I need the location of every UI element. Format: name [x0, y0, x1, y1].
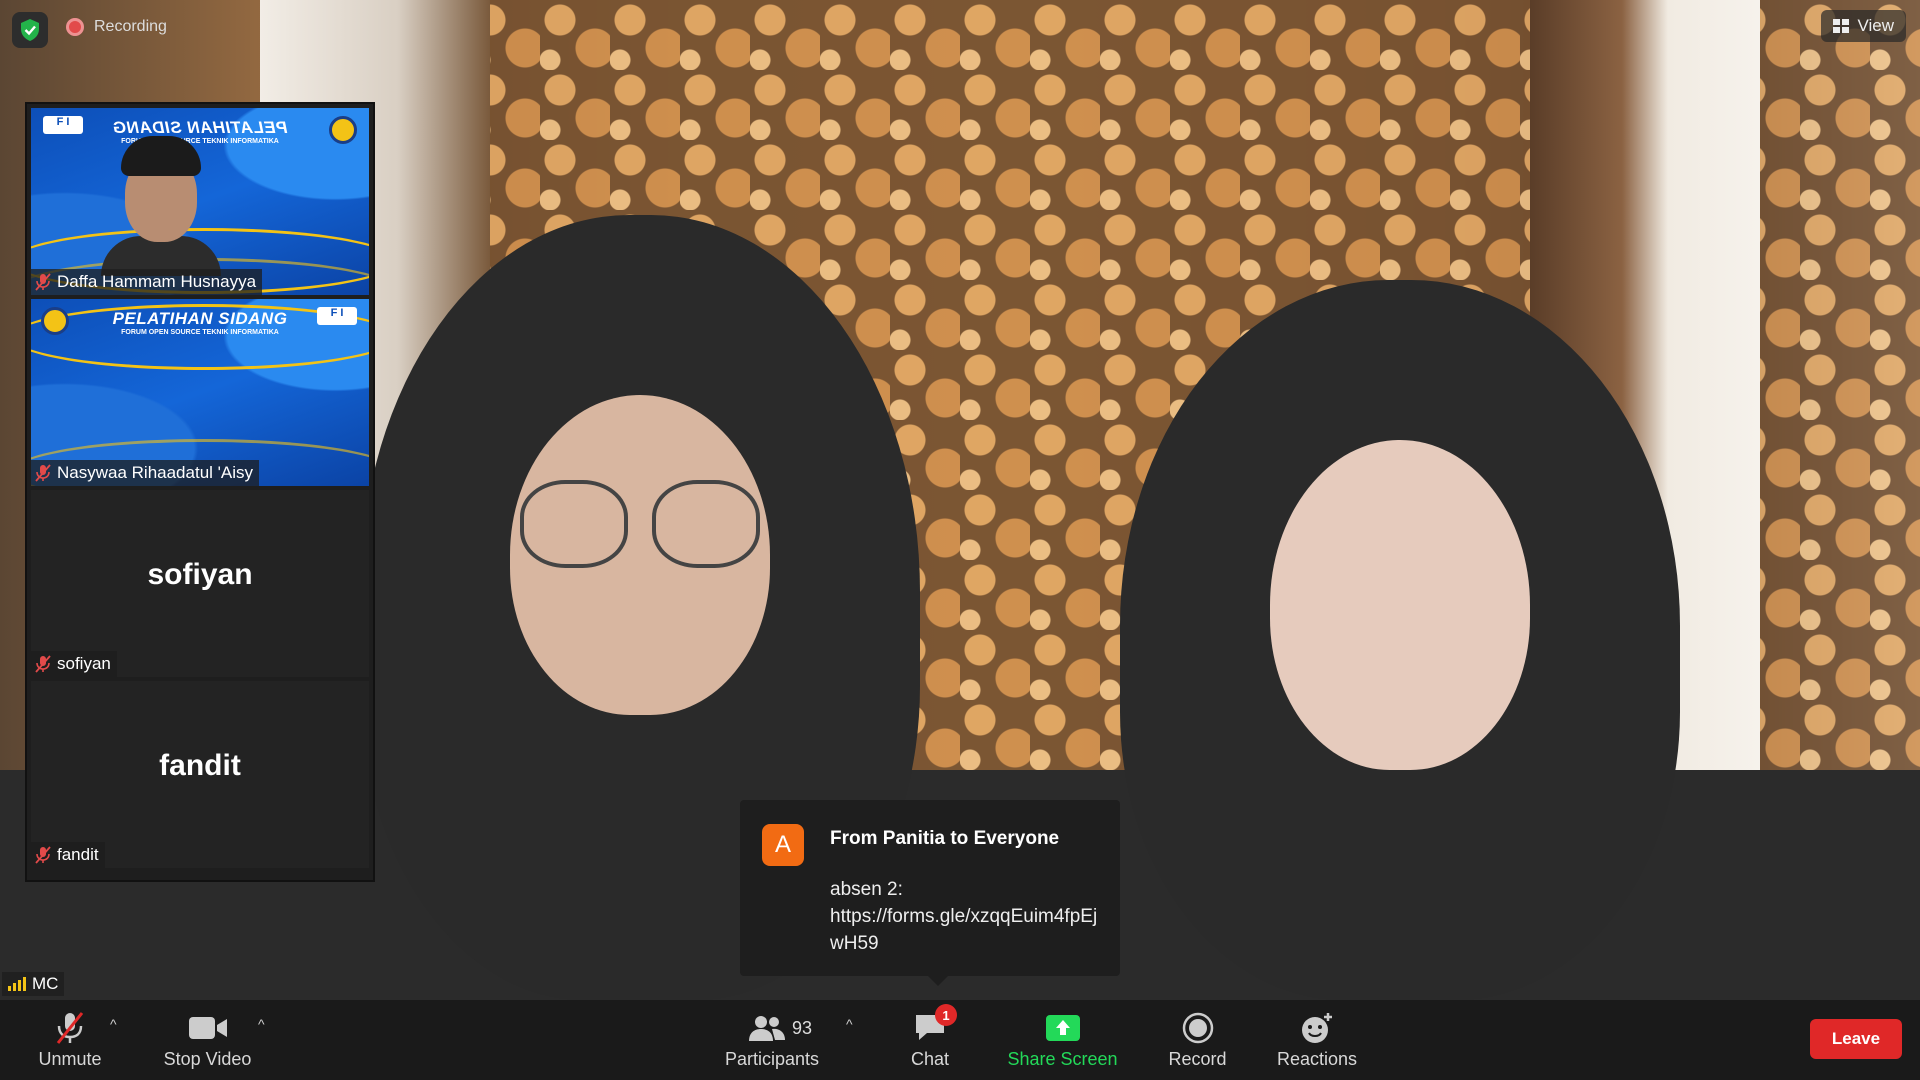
- video-camera-icon: [188, 1010, 228, 1046]
- participant-display-name: fandit: [159, 749, 241, 782]
- leave-button[interactable]: Leave: [1810, 1019, 1902, 1059]
- participants-count: 93: [792, 1017, 813, 1038]
- view-label: View: [1857, 16, 1894, 35]
- muted-mic-icon: [35, 464, 51, 482]
- record-icon: [1182, 1010, 1214, 1046]
- muted-mic-icon: [55, 1010, 85, 1046]
- chat-message-link[interactable]: https://forms.gle/xzqqEuim4fpEjwH59: [830, 903, 1100, 957]
- participant-tile[interactable]: F I PELATIHAN SIDANG FORUM OPEN SOURCE T…: [31, 108, 369, 295]
- recording-indicator[interactable]: Recording: [66, 18, 167, 36]
- share-screen-label: Share Screen: [1007, 1049, 1118, 1069]
- participant-tile[interactable]: fandit fandit: [31, 681, 369, 868]
- video-options-caret-icon[interactable]: ^: [258, 1016, 265, 1032]
- participants-options-caret-icon[interactable]: ^: [846, 1016, 853, 1032]
- participants-label: Participants: [724, 1049, 820, 1069]
- share-screen-button[interactable]: Share Screen: [1005, 1000, 1120, 1080]
- chat-unread-badge: 1: [935, 1004, 957, 1026]
- record-button[interactable]: Record: [1160, 1000, 1235, 1080]
- participant-name: fandit: [57, 845, 99, 864]
- view-button[interactable]: View: [1821, 10, 1906, 42]
- chat-sender-line: From Panitia to Everyone: [830, 828, 1060, 849]
- speaker-name-label: MC: [2, 972, 65, 996]
- unmute-label: Unmute: [38, 1049, 102, 1069]
- chat-label: Chat: [910, 1049, 950, 1069]
- participant-tile[interactable]: F I PELATIHAN SIDANG FORUM OPEN SOURCE T…: [31, 299, 369, 486]
- reactions-button[interactable]: Reactions: [1272, 1000, 1362, 1080]
- chat-icon: 1: [913, 1004, 957, 1046]
- participant-name-label: Daffa Hammam Husnayya: [31, 269, 263, 295]
- participant-name: Nasywaa Rihaadatul 'Aisy: [57, 463, 254, 482]
- muted-mic-icon: [35, 655, 51, 673]
- stop-video-button[interactable]: Stop Video: [155, 1000, 260, 1080]
- share-screen-icon: [1045, 1010, 1081, 1046]
- speaker-person-right: [1120, 280, 1680, 1000]
- security-shield-icon[interactable]: [12, 12, 48, 48]
- speaker-name: MC: [32, 974, 59, 993]
- muted-mic-icon: [35, 273, 51, 291]
- stop-video-label: Stop Video: [163, 1049, 252, 1069]
- meeting-toolbar: Unmute ^ Stop Video ^ 93 Participants ^ …: [0, 1000, 1920, 1080]
- record-label: Record: [1168, 1049, 1227, 1069]
- participant-display-name: sofiyan: [147, 558, 253, 591]
- muted-mic-icon: [35, 846, 51, 864]
- participant-camera-person: [101, 136, 221, 276]
- chat-message: absen 2: https://forms.gle/xzqqEuim4fpEj…: [830, 876, 1100, 957]
- participant-gallery: F I PELATIHAN SIDANG FORUM OPEN SOURCE T…: [25, 102, 375, 882]
- banner-subtitle: FORUM OPEN SOURCE TEKNIK INFORMATIKA: [121, 329, 279, 336]
- smiley-plus-icon: [1300, 1010, 1334, 1046]
- participant-name-label: fandit: [31, 842, 105, 868]
- chat-notification[interactable]: A From Panitia to Everyone absen 2: http…: [740, 800, 1120, 986]
- chat-message-line: absen 2:: [830, 879, 903, 900]
- participant-name-label: Nasywaa Rihaadatul 'Aisy: [31, 460, 260, 486]
- banner-title: PELATIHAN SIDANG: [112, 118, 288, 137]
- recording-dot-icon: [66, 18, 84, 36]
- virtual-background-banner: F I PELATIHAN SIDANG FORUM OPEN SOURCE T…: [31, 299, 369, 486]
- participant-name: sofiyan: [57, 654, 111, 673]
- banner-title: PELATIHAN SIDANG: [112, 309, 288, 328]
- reactions-label: Reactions: [1276, 1049, 1358, 1069]
- recording-label: Recording: [94, 18, 167, 35]
- unmute-button[interactable]: Unmute: [30, 1000, 110, 1080]
- participants-button[interactable]: 93 Participants: [718, 1000, 826, 1080]
- glasses: [520, 480, 760, 568]
- chat-button[interactable]: 1 Chat: [900, 1000, 960, 1080]
- participant-name: Daffa Hammam Husnayya: [57, 272, 257, 291]
- grid-view-icon: [1833, 19, 1850, 33]
- signal-strength-icon: [8, 977, 26, 991]
- sender-avatar: A: [762, 824, 804, 866]
- audio-options-caret-icon[interactable]: ^: [110, 1016, 117, 1032]
- participant-name-label: sofiyan: [31, 651, 117, 677]
- participants-icon: 93: [748, 1010, 812, 1046]
- participant-tile[interactable]: sofiyan sofiyan: [31, 490, 369, 677]
